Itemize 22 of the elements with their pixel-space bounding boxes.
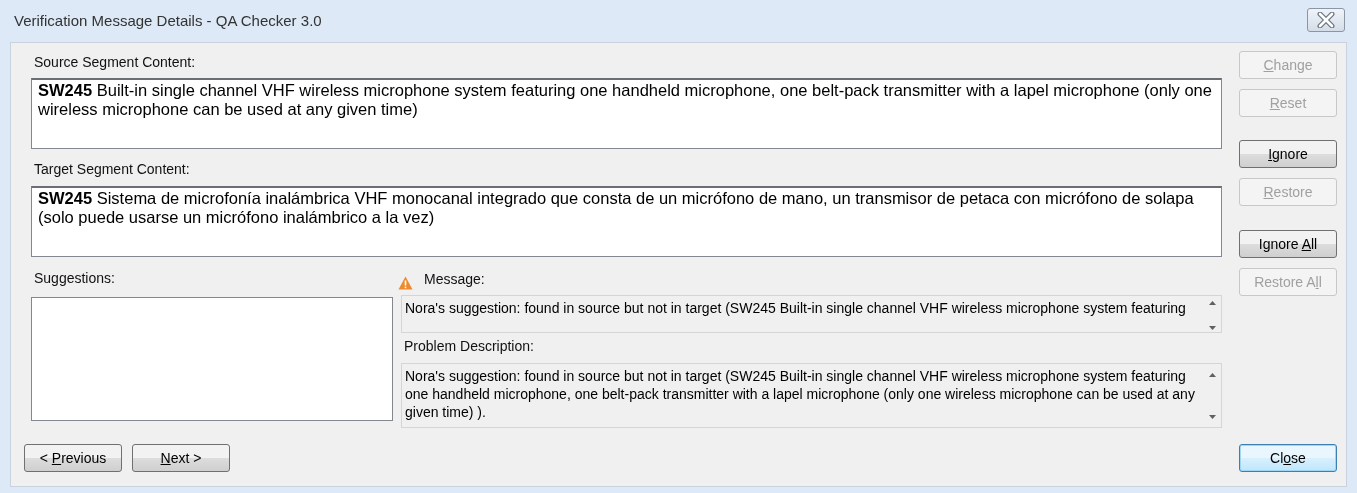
message-text: Nora's suggestion: found in source but not in target (SW245 Built-in single channel VHF wireless microphone system featuring (405, 299, 1187, 318)
warning-icon (398, 276, 413, 290)
suggestions-list[interactable] (31, 297, 393, 421)
target-text-box[interactable]: SW245 Sistema de microfonía inalámbrica VHF monocanal integrado que consta de un micrófono de mano, un transmisor de petaca con micrófono de solapa (solo puede usarse un micrófono inalámbrico a la vez) (31, 186, 1222, 257)
problem-description-text: Nora's suggestion: found in source but not in target (SW245 Built-in single channel VHF wireless microphone system featuring one handheld microphone, one belt-pack transmitter with a lapel microphone (only one wireless microphone can be used at any given time) ). (405, 367, 1196, 422)
nav-button[interactable]: < Previous (24, 444, 122, 472)
field-label: Message: (424, 270, 485, 289)
scroll-up-icon[interactable] (1208, 301, 1216, 305)
side-button[interactable]: Ignore All (1239, 230, 1337, 258)
field-label: Suggestions: (34, 269, 115, 288)
scroll-down-icon[interactable] (1208, 326, 1216, 330)
side-button[interactable]: Ignore (1239, 140, 1337, 168)
close-icon[interactable] (1307, 8, 1345, 32)
window-title: Verification Message Details - QA Checker 3.0 (14, 10, 322, 31)
scroll-down-icon[interactable] (1208, 415, 1216, 419)
field-label: Target Segment Content: (34, 160, 190, 179)
source-text-box[interactable]: SW245 Built-in single channel VHF wireless microphone system featuring one handheld microphone, one belt-pack transmitter with a lapel microphone (only one wireless microphone can be used at any given time) (31, 78, 1222, 149)
nav-button[interactable]: Next > (132, 444, 230, 472)
close-button[interactable]: Close (1239, 444, 1337, 472)
field-label: Problem Description: (404, 337, 534, 356)
scroll-up-icon[interactable] (1208, 373, 1216, 377)
field-label: Source Segment Content: (34, 53, 196, 72)
